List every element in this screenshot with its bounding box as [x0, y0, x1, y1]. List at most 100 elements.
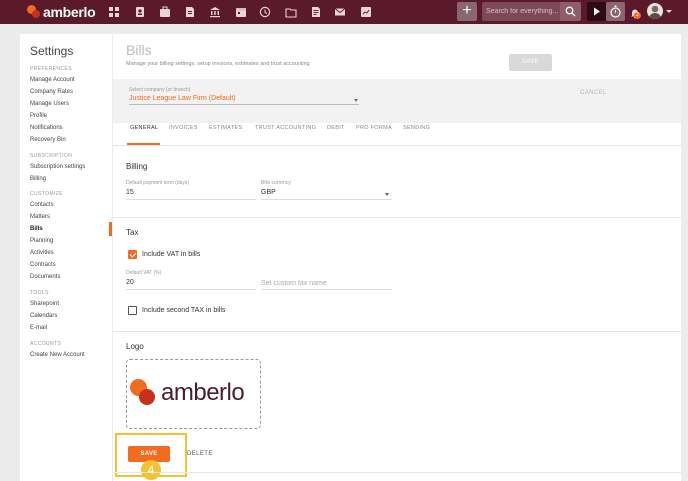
sidebar-item-contacts[interactable]: Contacts	[30, 202, 54, 208]
tab-invoices[interactable]: INVOICES	[169, 124, 198, 132]
settings-sidebar: Settings PREFERENCES Manage Account Comp…	[20, 34, 112, 481]
sidebar-item-sharepoint[interactable]: Sharepoint	[30, 301, 59, 307]
amberlo-logo-icon	[27, 5, 41, 19]
currency-underline	[261, 199, 392, 200]
section-divider	[113, 331, 681, 332]
custom-tax-name-underline	[261, 289, 392, 290]
sidebar-item-matters[interactable]: Matters	[30, 214, 50, 220]
payment-term-underline	[126, 199, 256, 200]
search-input[interactable]	[486, 5, 562, 18]
matters-icon[interactable]	[159, 6, 171, 18]
company-select-underline	[129, 104, 359, 105]
include-second-tax-checkbox[interactable]	[128, 306, 137, 315]
search-button[interactable]	[560, 2, 581, 21]
sidebar-item-calendars[interactable]: Calendars	[30, 313, 57, 319]
sidebar-section-tools: TOOLS	[30, 290, 49, 296]
sidebar-item-profile[interactable]: Profile	[30, 113, 47, 119]
amberlo-logo-icon	[129, 379, 157, 407]
bills-settings-panel: Bills Manage your billing settings, setu…	[113, 34, 681, 481]
page-subtitle: Manage your billing settings, setup invo…	[126, 61, 310, 67]
user-menu-chevron-down-icon[interactable]	[666, 10, 672, 13]
company-select[interactable]: Justice League Law Firm (Default)	[129, 95, 236, 102]
start-timer-button[interactable]	[587, 2, 606, 21]
user-avatar[interactable]	[647, 3, 663, 19]
include-vat-checkbox[interactable]	[128, 250, 137, 259]
add-new-button[interactable]: +	[457, 2, 477, 21]
user-icon	[649, 5, 661, 19]
stopwatch-button[interactable]	[606, 2, 625, 21]
logo-section-title: Logo	[126, 342, 144, 351]
sidebar-item-recovery-bin[interactable]: Recovery Bin	[30, 137, 66, 143]
payment-term-input[interactable]: 15	[126, 189, 134, 196]
tab-trust-accounting[interactable]: TRUST ACCOUNTING	[255, 124, 316, 132]
company-chevron-down-icon[interactable]	[354, 99, 358, 102]
folder-icon[interactable]	[285, 6, 297, 18]
sidebar-section-accounts: ACCOUNTS	[30, 341, 62, 347]
include-second-tax-label: Include second TAX in bills	[142, 307, 226, 314]
sidebar-item-contracts[interactable]: Contracts	[30, 262, 56, 268]
amberlo-logo[interactable]: amberlo	[27, 4, 96, 20]
tab-debit[interactable]: DEBIT	[327, 124, 345, 132]
sidebar-item-manage-users[interactable]: Manage Users	[30, 101, 69, 107]
mail-icon[interactable]	[334, 6, 346, 18]
sidebar-item-planning[interactable]: Planning	[30, 238, 53, 244]
sidebar-active-indicator	[109, 222, 112, 236]
sidebar-item-bills[interactable]: Bills	[30, 226, 43, 232]
tab-general[interactable]: GENERAL	[130, 124, 158, 132]
tax-section-title: Tax	[126, 228, 139, 237]
sidebar-item-create-new-account[interactable]: Create New Account	[30, 352, 85, 358]
sidebar-section-preferences: PREFERENCES	[30, 66, 72, 72]
bills-icon[interactable]	[184, 6, 196, 18]
save-button[interactable]: SAVE	[509, 54, 552, 71]
notification-count-badge: 2	[634, 12, 641, 19]
logo-delete-button[interactable]: DELETE	[187, 451, 213, 457]
company-select-label: Select company (or branch)	[129, 87, 191, 93]
sidebar-item-billing[interactable]: Billing	[30, 176, 46, 182]
section-divider	[113, 472, 681, 473]
tab-estimates[interactable]: ESTIMATES	[209, 124, 242, 132]
tutorial-step-badge: 4	[141, 460, 161, 480]
sidebar-item-documents[interactable]: Documents	[30, 274, 60, 280]
custom-tax-name-input[interactable]: Set custom tax name	[261, 280, 327, 287]
currency-select[interactable]: GBP	[261, 189, 276, 196]
sidebar-item-manage-account[interactable]: Manage Account	[30, 77, 75, 83]
dashboard-icon[interactable]	[108, 6, 120, 18]
page-title: Bills	[126, 42, 152, 58]
currency-label: Bills currency	[261, 180, 291, 186]
cancel-button[interactable]: CANCEL	[580, 90, 607, 96]
uploaded-logo-image: amberlo	[129, 379, 245, 407]
default-vat-label: Default VAT (%)	[126, 270, 162, 276]
contacts-icon[interactable]	[134, 6, 146, 18]
include-vat-label: Include VAT in bills	[142, 251, 201, 258]
billing-section-title: Billing	[126, 162, 148, 171]
play-icon	[594, 7, 600, 16]
default-vat-underline	[126, 289, 256, 290]
active-tab-indicator	[127, 143, 160, 145]
calendar-icon[interactable]	[235, 6, 247, 18]
sidebar-item-email[interactable]: E-mail	[30, 325, 47, 331]
payment-term-label: Default payment term (days)	[126, 180, 190, 186]
sidebar-item-subscription-settings[interactable]: Subscription settings	[30, 164, 85, 170]
bank-icon[interactable]	[209, 6, 221, 18]
sidebar-item-company-rates[interactable]: Company Rates	[30, 89, 73, 95]
default-vat-input[interactable]: 20	[126, 279, 134, 286]
time-tracking-icon[interactable]	[259, 6, 271, 18]
tab-sending[interactable]: SENDING	[403, 124, 430, 132]
tab-pro-forma[interactable]: PRO FORMA	[356, 124, 392, 132]
reports-icon[interactable]	[360, 6, 372, 18]
section-divider	[113, 217, 681, 218]
sidebar-item-activities[interactable]: Activities	[30, 250, 54, 256]
settings-tabs: GENERAL INVOICES ESTIMATES TRUST ACCOUNT…	[113, 123, 681, 146]
logo-upload-dropzone[interactable]: amberlo	[126, 359, 261, 429]
search-icon	[565, 6, 576, 17]
currency-chevron-down-icon[interactable]	[385, 193, 389, 196]
documents-icon[interactable]	[310, 6, 322, 18]
sidebar-section-subscription: SUBSCRIPTION	[30, 153, 73, 159]
sidebar-item-notifications[interactable]: Notifications	[30, 125, 63, 131]
sidebar-section-customize: CUSTOMIZE	[30, 191, 63, 197]
brand-name: amberlo	[43, 4, 96, 20]
stopwatch-icon	[610, 5, 621, 18]
settings-title: Settings	[30, 44, 74, 58]
company-selector-card: Select company (or branch) Justice Leagu…	[113, 79, 681, 123]
logo-brand-text: amberlo	[161, 379, 245, 406]
